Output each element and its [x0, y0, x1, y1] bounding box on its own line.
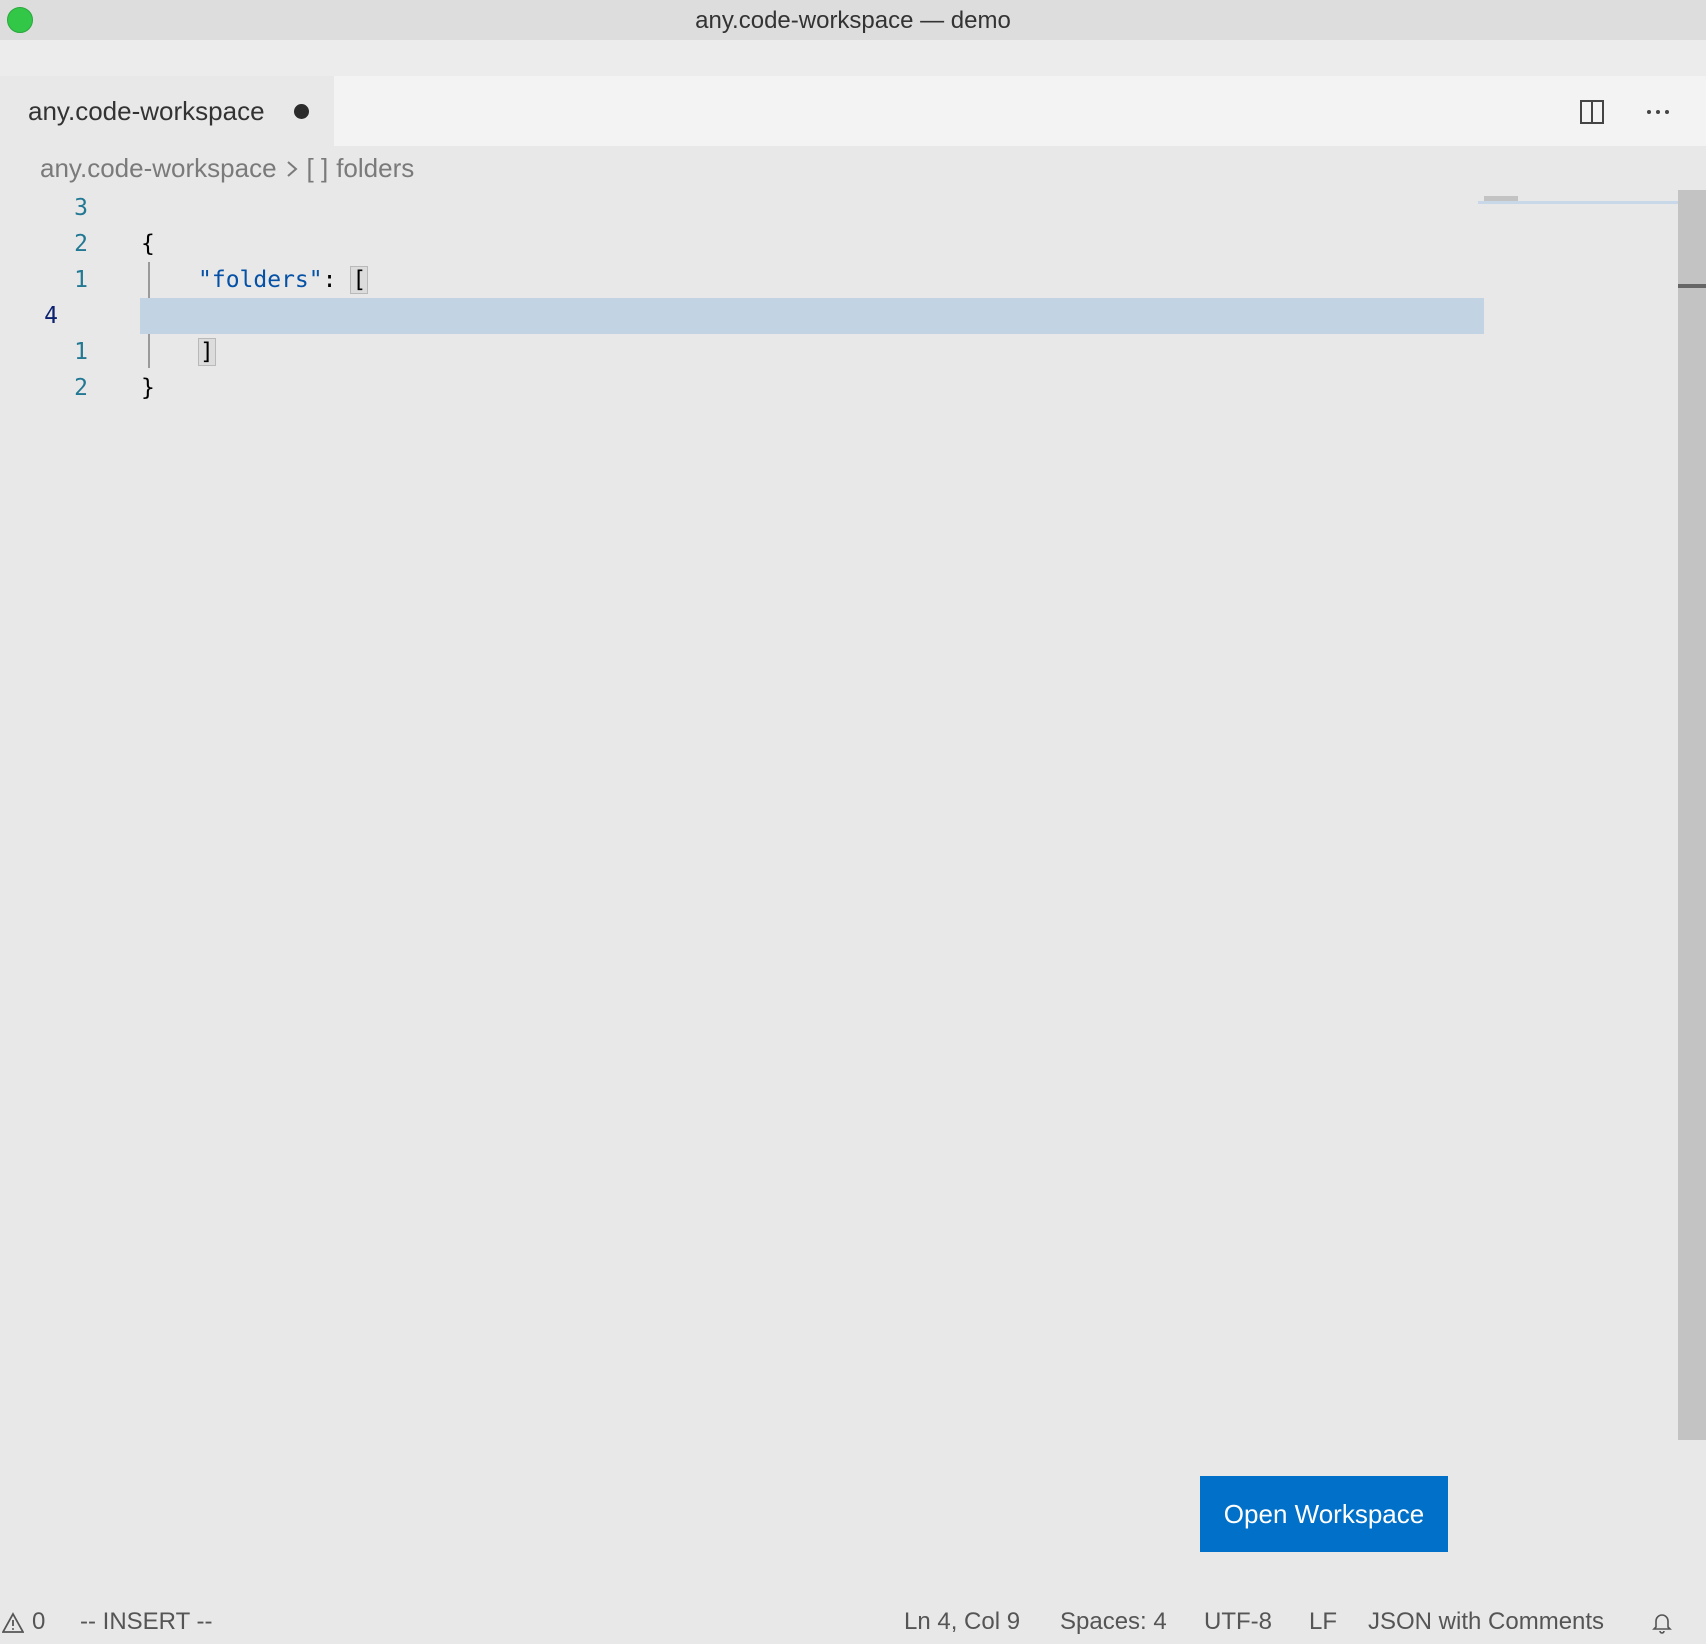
array-symbol-icon: [ ] [306, 153, 329, 183]
scrollbar-cursor-marker [1678, 284, 1706, 288]
vertical-scrollbar[interactable] [1678, 190, 1706, 1440]
code-text: "folders": [ [198, 262, 369, 298]
matched-bracket: ] [198, 338, 216, 366]
chevron-right-icon [286, 160, 298, 177]
line-number: 1 [74, 339, 88, 365]
code-text: } [141, 375, 155, 401]
more-actions-icon[interactable] [1642, 96, 1674, 128]
indentation[interactable]: Spaces: 4 [1060, 1608, 1167, 1636]
editor-line[interactable]: 1 ] [8, 334, 1478, 370]
vim-mode: -- INSERT -- [80, 1608, 213, 1635]
editor-line[interactable]: 3 [8, 190, 1478, 226]
warning-icon[interactable] [2, 1612, 24, 1634]
status-bar: 0 -- INSERT -- Ln 4, Col 9 Spaces: 4 UTF… [0, 1600, 1706, 1644]
open-workspace-button[interactable]: Open Workspace [1200, 1476, 1448, 1552]
code-text: { [141, 231, 155, 257]
editor-line[interactable]: 4 [8, 298, 1478, 334]
tab-any-code-workspace[interactable]: any.code-workspace [8, 76, 334, 146]
breadcrumb: any.code-workspace [ ] folders [40, 153, 414, 184]
title-spacer [0, 40, 1706, 76]
unsaved-dot-icon[interactable] [294, 104, 309, 119]
cursor-position[interactable]: Ln 4, Col 9 [904, 1608, 1020, 1636]
line-number: 1 [74, 267, 88, 293]
title-bar: any.code-workspace — demo [0, 0, 1706, 40]
editor-line[interactable]: 1 "folders": [ [8, 262, 1478, 298]
line-number-current: 4 [44, 303, 58, 329]
problems-count[interactable]: 0 [32, 1608, 45, 1636]
encoding[interactable]: UTF-8 [1204, 1608, 1272, 1636]
language-mode[interactable]: JSON with Comments [1368, 1608, 1604, 1636]
minimap-current-line [1478, 201, 1678, 204]
breadcrumb-symbol[interactable]: folders [336, 153, 414, 184]
code-editor[interactable]: 3 2 { 1 "folders": [ 4 1 ] 2 } [8, 190, 1678, 1600]
json-separator: : [322, 267, 351, 293]
breadcrumb-file[interactable]: any.code-workspace [40, 153, 277, 184]
code-text: ] [198, 334, 216, 370]
editor-line[interactable]: 2 } [8, 370, 1478, 406]
line-number: 3 [74, 195, 88, 221]
line-number: 2 [74, 231, 88, 257]
matched-bracket: [ [350, 266, 369, 294]
tab-bar: any.code-workspace [8, 76, 1706, 146]
minimap[interactable] [1478, 190, 1678, 220]
line-number: 2 [74, 375, 88, 401]
minimap-code [1484, 196, 1518, 201]
json-key: "folders" [198, 267, 323, 293]
end-of-line[interactable]: LF [1309, 1608, 1337, 1636]
window-title: any.code-workspace — demo [695, 7, 1011, 34]
bell-icon[interactable] [1650, 1610, 1674, 1634]
split-editor-icon[interactable] [1576, 96, 1608, 128]
tab-label: any.code-workspace [28, 96, 265, 126]
editor-line[interactable]: 2 { [8, 226, 1478, 262]
